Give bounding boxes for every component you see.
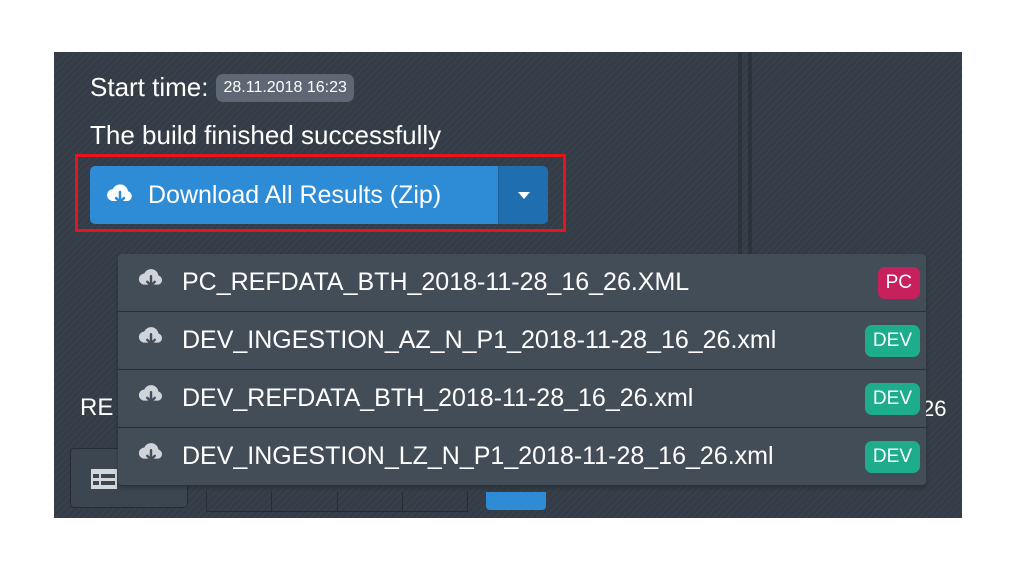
cloud-download-icon [138, 385, 163, 403]
dropdown-item-file[interactable]: DEV_INGESTION_LZ_N_P1_2018-11-28_16_26.x… [118, 428, 926, 486]
segment[interactable] [272, 492, 338, 511]
file-tag-badge: DEV [864, 441, 920, 473]
build-status-text: The build finished successfully [90, 120, 442, 150]
primary-action-button[interactable] [486, 492, 546, 510]
cloud-download-icon [138, 443, 163, 461]
segment[interactable] [338, 492, 403, 511]
column-divider [738, 52, 742, 262]
start-time-badge: 28.11.2018 16:23 [216, 73, 354, 102]
start-time-label: Start time: [90, 72, 209, 102]
file-name: DEV_INGESTION_LZ_N_P1_2018-11-28_16_26.x… [182, 442, 774, 470]
table-icon [91, 469, 117, 489]
dropdown-item-file[interactable]: DEV_REFDATA_BTH_2018-11-28_16_26.xml DEV [118, 370, 926, 428]
file-tag-badge: DEV [864, 383, 920, 415]
file-name: DEV_REFDATA_BTH_2018-11-28_16_26.xml [182, 384, 694, 412]
file-name: DEV_INGESTION_AZ_N_P1_2018-11-28_16_26.x… [182, 326, 777, 354]
file-tag-badge: PC [877, 267, 920, 299]
segment[interactable] [207, 492, 273, 511]
segment[interactable] [403, 492, 467, 511]
dropdown-item-file[interactable]: DEV_INGESTION_AZ_N_P1_2018-11-28_16_26.x… [118, 312, 926, 370]
build-panel: Start time: 28.11.2018 16:23 The build f… [54, 52, 962, 518]
file-tag-badge: DEV [864, 325, 920, 357]
background-label-fragment: RE [80, 394, 114, 421]
cloud-download-icon [138, 327, 163, 345]
highlight-box [75, 154, 566, 232]
download-dropdown-menu: PC_REFDATA_BTH_2018-11-28_16_26.XML PC D… [118, 254, 926, 486]
column-divider [748, 52, 752, 262]
cloud-download-icon [138, 269, 163, 287]
start-time-row: Start time: 28.11.2018 16:23 [90, 72, 354, 103]
file-name: PC_REFDATA_BTH_2018-11-28_16_26.XML [182, 268, 690, 296]
segmented-control [206, 492, 468, 512]
dropdown-item-file[interactable]: PC_REFDATA_BTH_2018-11-28_16_26.XML PC [118, 254, 926, 312]
